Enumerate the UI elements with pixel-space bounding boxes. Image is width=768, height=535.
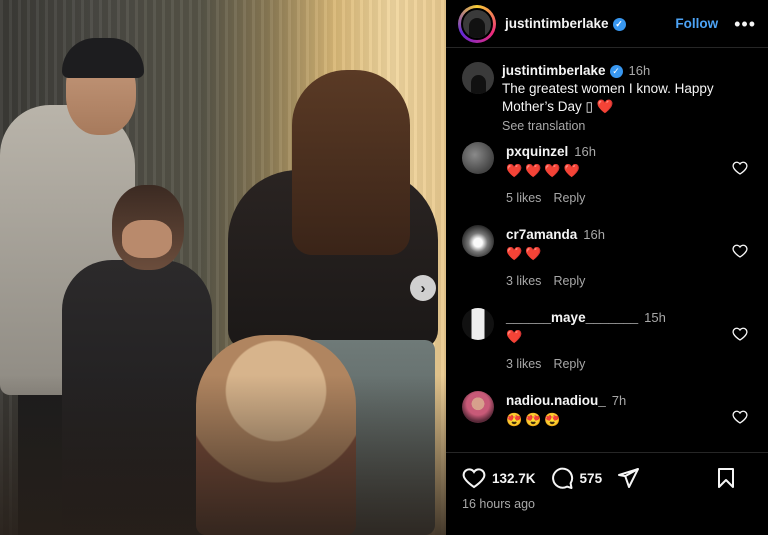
caption-text: The greatest women I know. Happy Mother’… [502,81,714,114]
comment-username[interactable]: pxquinzel [506,144,568,159]
more-options-icon[interactable]: ••• [734,15,756,33]
heart-icon [462,468,486,489]
comment-text: 😍😍😍 [506,412,564,427]
like-comment-heart-icon[interactable] [732,160,748,176]
comment-bubble-icon [551,467,573,489]
photo-floor-shade [0,375,446,535]
comment-time: 16h [583,227,605,242]
like-comment-heart-icon[interactable] [732,409,748,425]
like-button[interactable]: 132.7K [462,466,536,490]
comment-item: cr7amanda 16h ❤️❤️ 3 likes Reply [446,223,768,306]
comment-text: ❤️❤️❤️❤️ [506,163,583,178]
comment-avatar[interactable] [462,225,494,257]
photo-figure [122,220,172,258]
comment-avatar[interactable] [462,391,494,423]
comment-avatar[interactable] [462,308,494,340]
comment-item: ______maye_______ 15h ❤️ 3 likes Reply [446,306,768,389]
next-photo-button[interactable]: › [410,275,436,301]
comment-likes[interactable]: 3 likes [506,357,541,371]
post-side-panel: justintimberlake ✓ Follow ••• justintimbe… [446,0,768,535]
author-username-text[interactable]: justintimberlake [505,16,609,31]
caption-username[interactable]: justintimberlake [502,63,606,78]
author-username[interactable]: justintimberlake ✓ [505,16,626,31]
comment-reply-button[interactable]: Reply [553,357,585,371]
comment-button[interactable]: 575 [550,466,603,490]
comment-reply-button[interactable]: Reply [553,191,585,205]
comment-time: 16h [574,144,596,159]
like-comment-heart-icon[interactable] [732,243,748,259]
post-timestamp: 16 hours ago [462,497,535,511]
see-translation-link[interactable]: See translation [502,117,756,135]
author-avatar[interactable] [458,4,496,43]
post-actions-bar: 132.7K 575 16 hours ago [446,452,768,535]
post-photo[interactable]: › [0,0,446,535]
share-button[interactable] [616,466,640,490]
post-caption: justintimberlake ✓ 16h The greatest women … [446,56,768,140]
comment-username[interactable]: cr7amanda [506,227,577,242]
likes-count: 132.7K [492,470,536,486]
comment-reply-button[interactable]: Reply [553,274,585,288]
photo-figure [292,70,410,255]
comment-item: pxquinzel 16h ❤️❤️❤️❤️ 5 likes Reply [446,140,768,223]
comment-time: 7h [611,393,627,408]
caption-avatar[interactable] [462,62,494,94]
comment-text: ❤️❤️ [506,246,545,261]
comment-likes[interactable]: 3 likes [506,274,541,288]
comment-item: nadiou.nadiou_ 7h 😍😍😍 [446,389,768,451]
post-header: justintimberlake ✓ Follow ••• [446,0,768,48]
comment-avatar[interactable] [462,142,494,174]
comment-text: ❤️ [506,329,526,344]
verified-badge-icon: ✓ [612,17,626,31]
heart-emoji-icon: ❤️ [596,99,614,114]
like-comment-heart-icon[interactable] [732,326,748,342]
follow-button[interactable]: Follow [675,16,718,31]
comment-username[interactable]: ______maye_______ [506,310,638,325]
comments-count: 575 [579,470,603,486]
caption-time: 16h [628,63,651,78]
bookmark-icon [718,468,734,488]
paper-plane-icon [618,468,640,488]
comment-username[interactable]: nadiou.nadiou_ [506,393,606,408]
comments-list[interactable]: justintimberlake ✓ 16h The greatest women … [446,56,768,451]
comment-time: 15h [644,310,666,325]
save-button[interactable] [714,466,738,490]
verified-badge-icon: ✓ [609,64,623,78]
author-avatar-image [461,7,493,40]
comment-likes[interactable]: 5 likes [506,191,541,205]
